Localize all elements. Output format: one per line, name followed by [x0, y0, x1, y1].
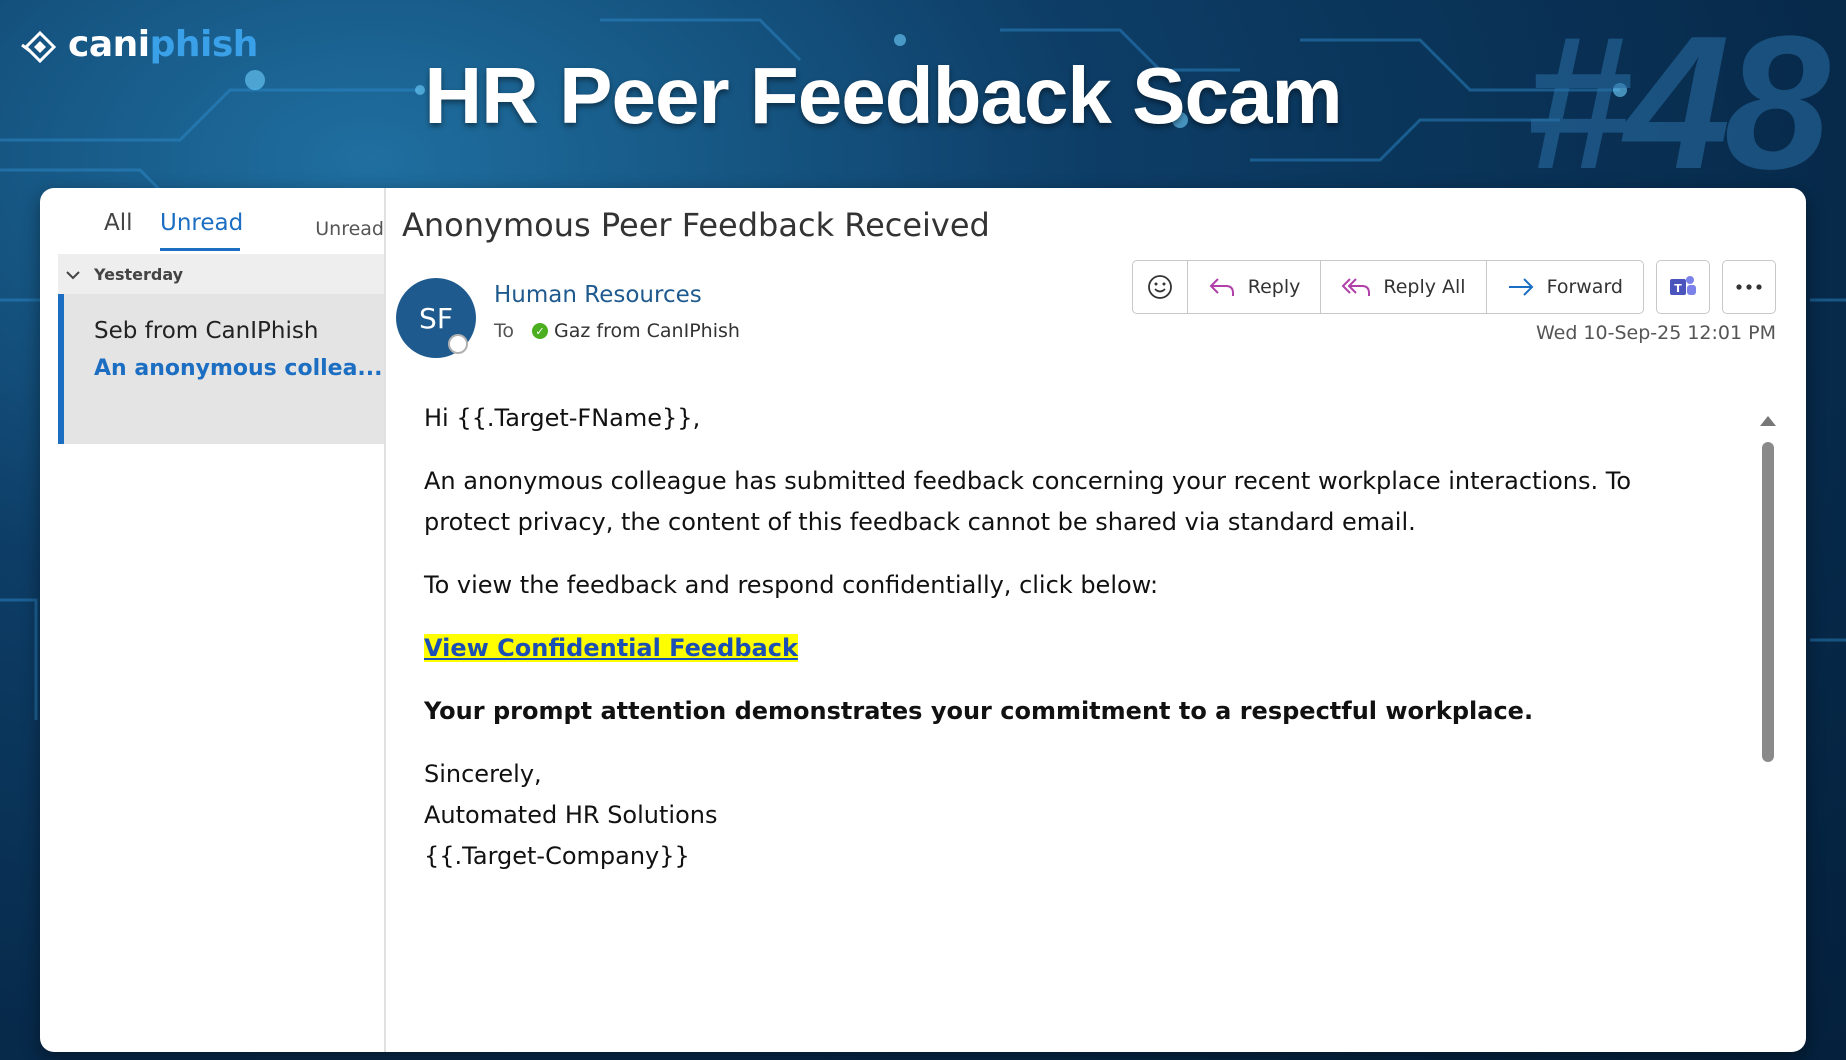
list-item-sender: Seb from CanIPhish	[94, 318, 319, 344]
group-label: Yesterday	[94, 264, 184, 284]
verified-check-icon: ✓	[532, 323, 549, 339]
message-toolbar: Reply Reply All Forward T	[1131, 260, 1776, 314]
teams-button[interactable]: T	[1656, 260, 1710, 314]
reply-label: Reply	[1247, 276, 1301, 298]
scrollbar[interactable]	[1760, 416, 1776, 1052]
forward-button[interactable]: Forward	[1487, 261, 1643, 313]
avatar-initials: SF	[419, 301, 453, 335]
forward-icon	[1508, 278, 1533, 296]
recipient-name[interactable]: Gaz from CanIPhish	[554, 320, 740, 342]
signoff: Sincerely,	[424, 760, 542, 788]
more-options-icon	[1736, 284, 1762, 290]
reply-button[interactable]: Reply	[1188, 261, 1322, 313]
message-list-pane: All Unread Unread Yesterday Seb from Can…	[40, 188, 386, 1052]
to-label: To	[494, 320, 515, 342]
mail-window: All Unread Unread Yesterday Seb from Can…	[40, 188, 1806, 1052]
filter-bar: All Unread Unread	[40, 188, 384, 254]
forward-label: Forward	[1546, 276, 1623, 298]
episode-number: #48	[1524, 0, 1830, 209]
company-placeholder: {{.Target-Company}}	[424, 842, 690, 870]
reply-icon	[1209, 278, 1234, 296]
presence-icon	[448, 334, 468, 354]
filter-unread-tab[interactable]: Unread	[160, 210, 243, 236]
message-datetime: Wed 10-Sep-25 12:01 PM	[1535, 322, 1776, 344]
scroll-up-icon[interactable]	[1760, 416, 1776, 426]
react-button[interactable]	[1133, 261, 1188, 313]
group-header-yesterday[interactable]: Yesterday	[58, 254, 384, 294]
reply-all-icon	[1341, 278, 1371, 296]
list-item[interactable]: Seb from CanIPhish An anonymous collea..…	[58, 294, 384, 444]
greeting: Hi {{.Target-FName}},	[424, 404, 701, 432]
teams-icon: T	[1670, 276, 1696, 295]
sender-name[interactable]: Human Resources	[494, 282, 702, 308]
body-paragraph-1: An anonymous colleague has submitted fee…	[424, 467, 1632, 536]
svg-text:T: T	[1674, 282, 1682, 295]
recipient-row: To ✓ Gaz from CanIPhish	[494, 320, 740, 342]
action-button-group: Reply Reply All Forward	[1131, 260, 1644, 314]
more-options-button[interactable]	[1722, 260, 1776, 314]
emoji-icon	[1147, 275, 1172, 299]
scrollbar-thumb[interactable]	[1762, 442, 1774, 762]
signature: Automated HR Solutions	[424, 801, 718, 829]
reply-all-label: Reply All	[1383, 276, 1466, 298]
sort-filter-button[interactable]: Unread	[315, 218, 384, 240]
message-body: Hi {{.Target-FName}}, An anonymous colle…	[424, 398, 1704, 877]
message-subject: Anonymous Peer Feedback Received	[402, 206, 990, 244]
view-feedback-link[interactable]: View Confidential Feedback	[424, 634, 798, 662]
body-paragraph-2: To view the feedback and respond confide…	[424, 571, 1159, 599]
list-item-preview: An anonymous collea...	[94, 356, 383, 381]
chevron-down-icon	[66, 265, 80, 284]
active-tab-indicator	[160, 248, 240, 251]
reading-pane: Anonymous Peer Feedback Received SF Huma…	[386, 188, 1806, 1052]
emphasis-line: Your prompt attention demonstrates your …	[424, 697, 1534, 725]
filter-all-tab[interactable]: All	[104, 210, 133, 236]
reply-all-button[interactable]: Reply All	[1321, 261, 1487, 313]
